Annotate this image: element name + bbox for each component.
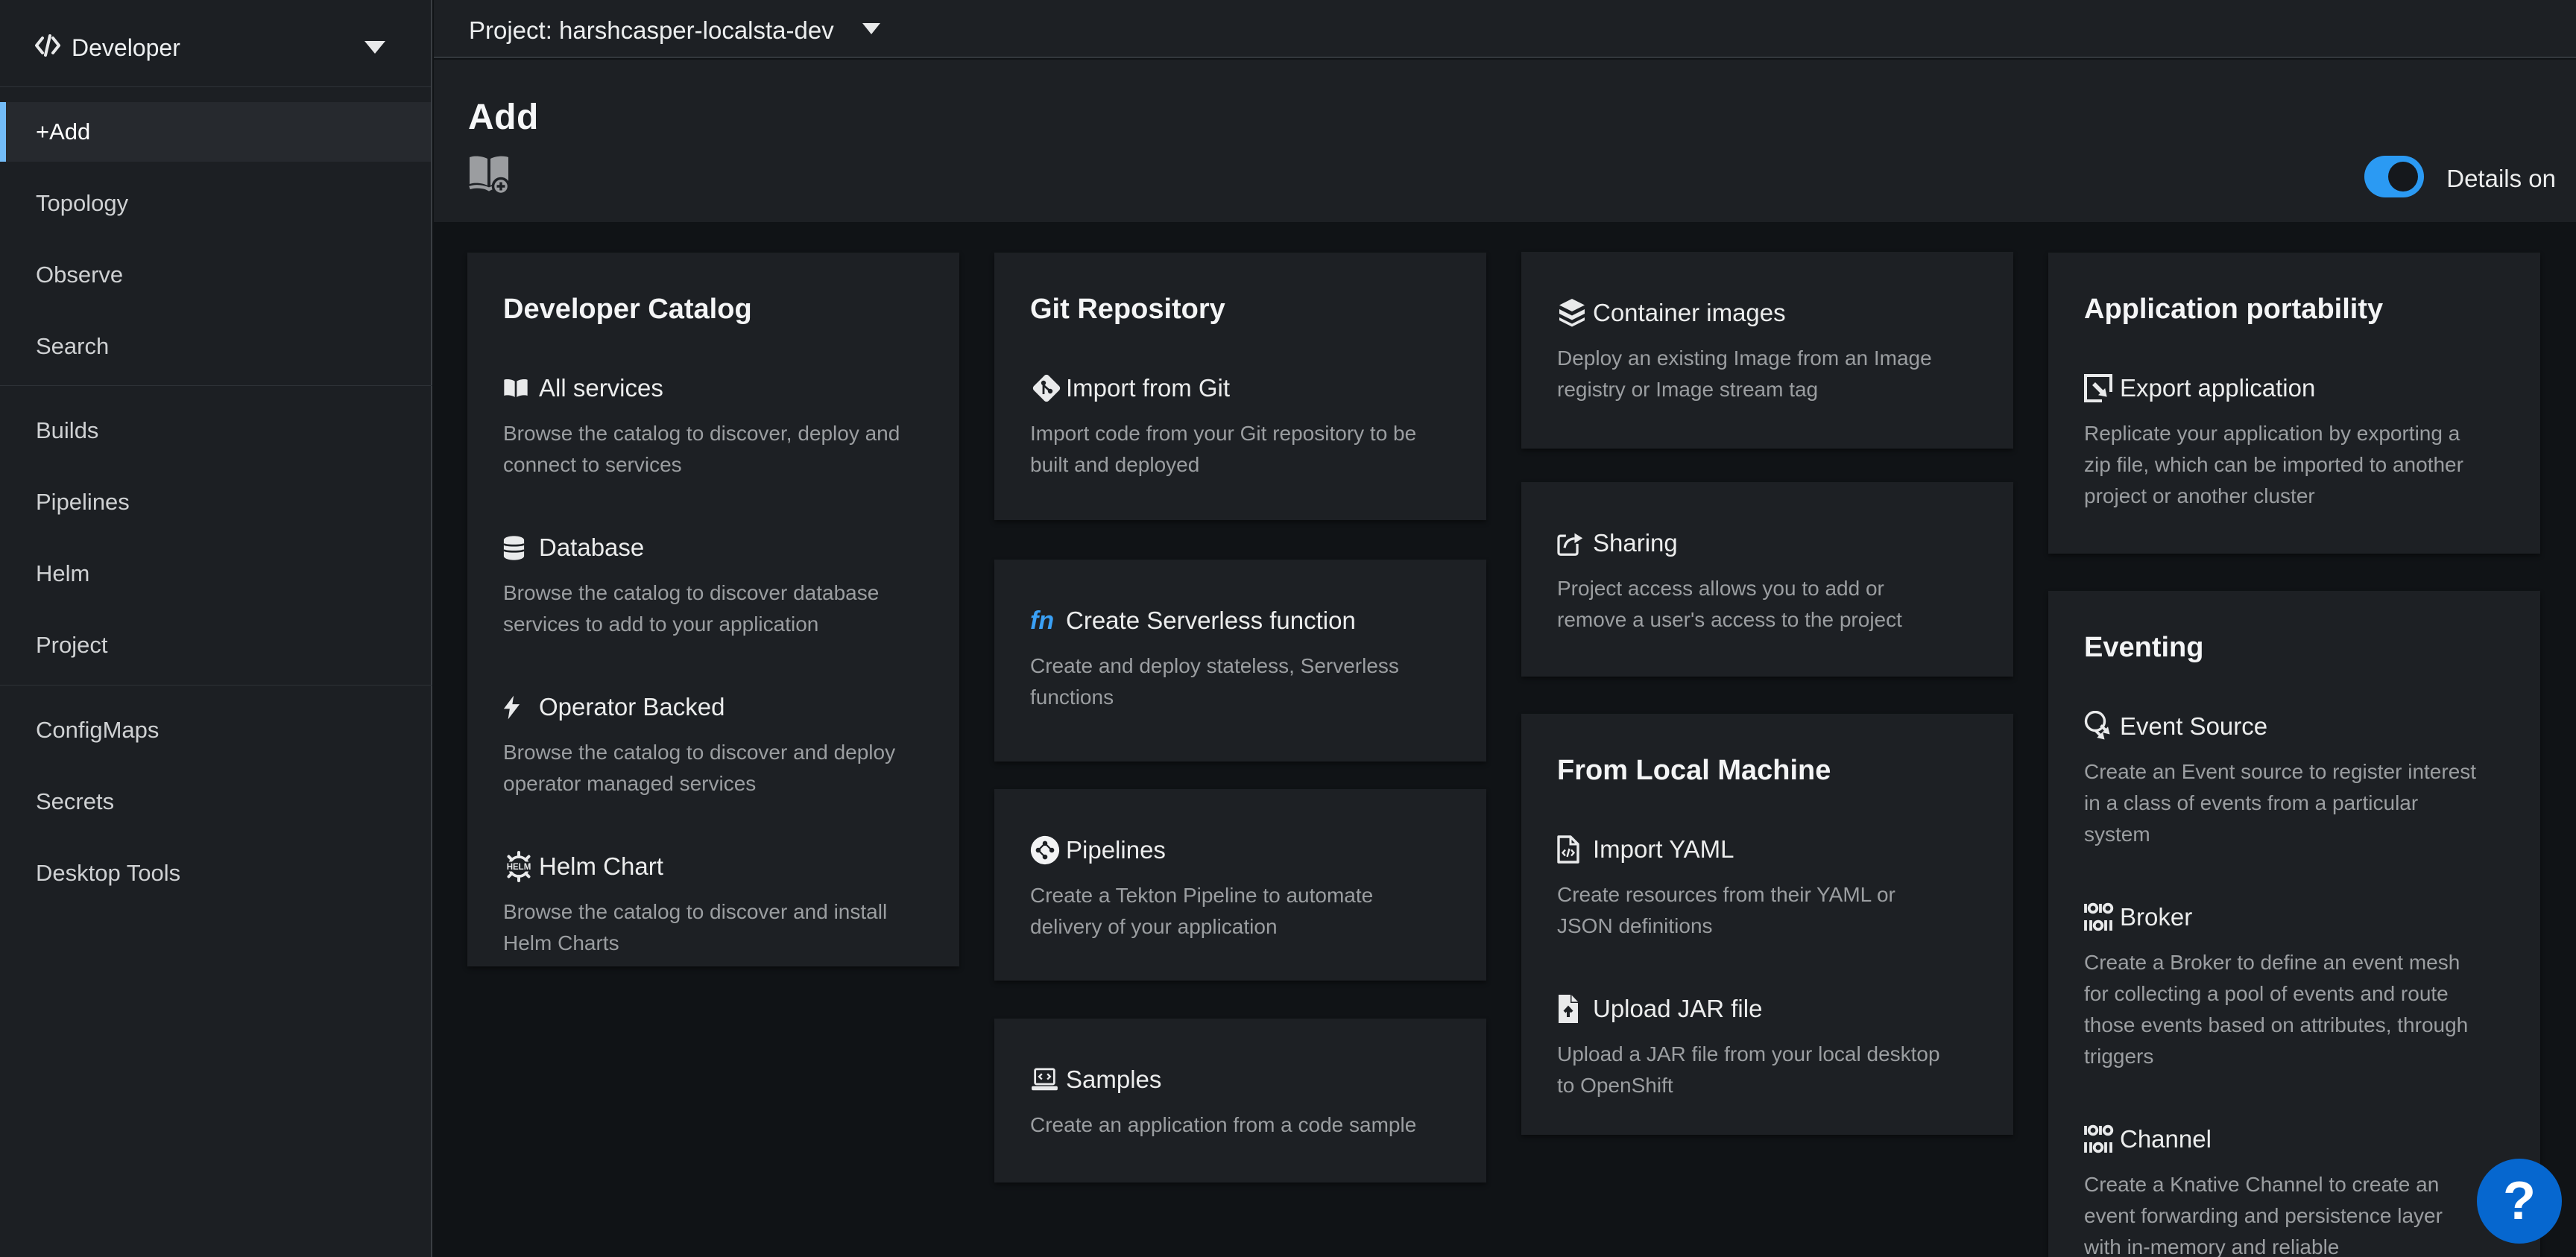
svg-text:HELM: HELM — [507, 863, 531, 872]
